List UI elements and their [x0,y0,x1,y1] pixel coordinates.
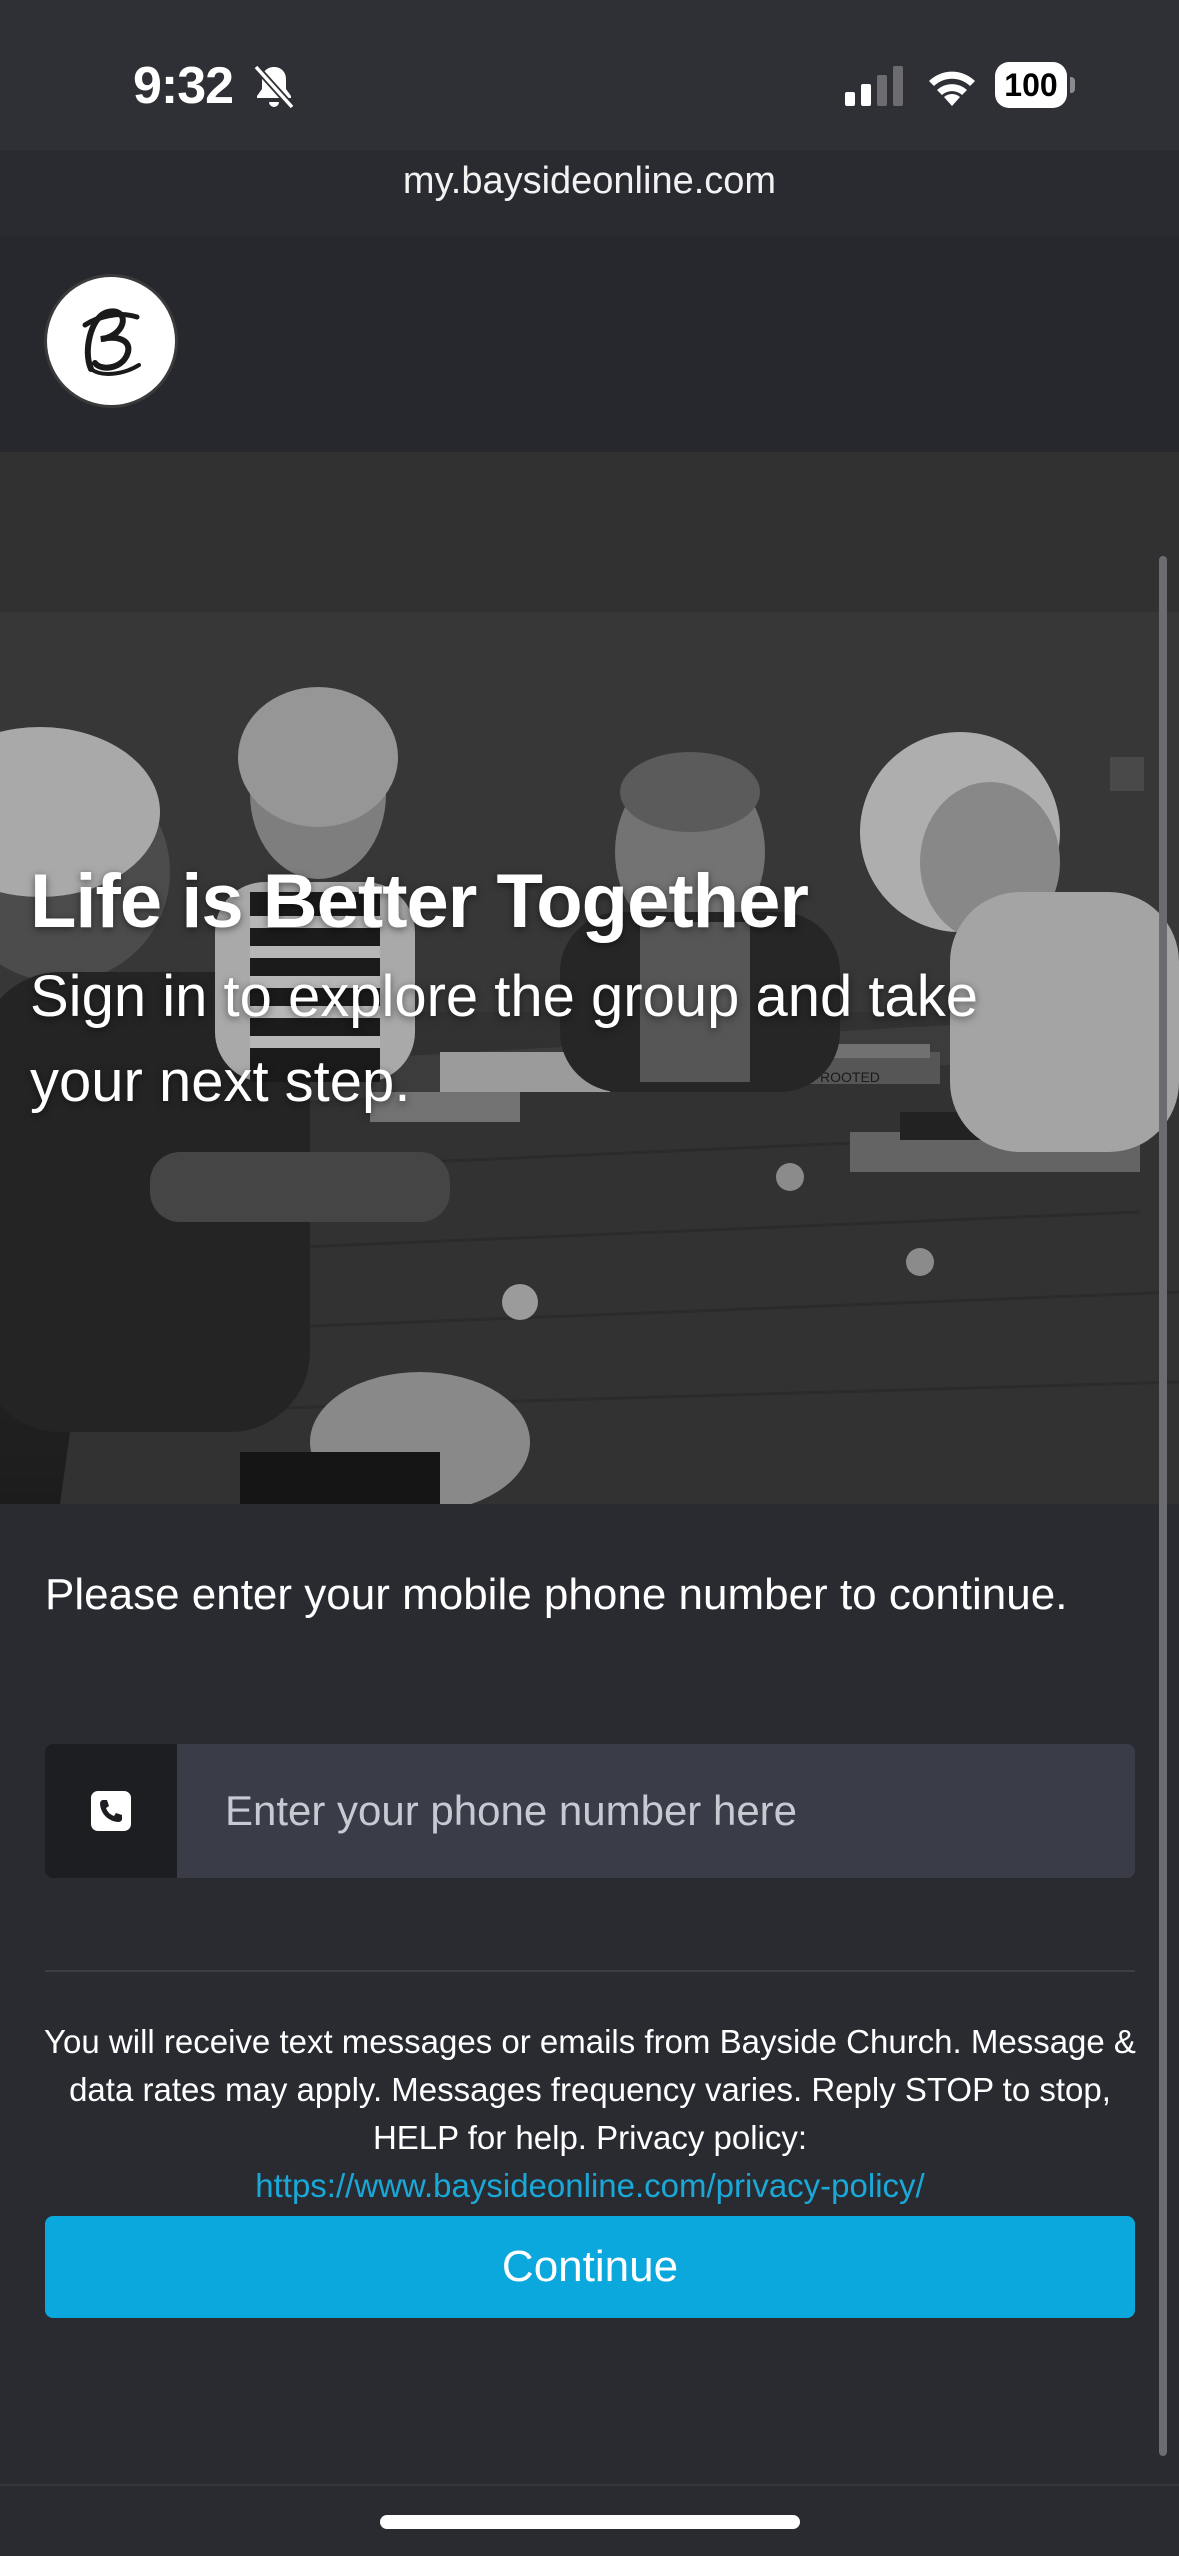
site-header [0,236,1179,452]
privacy-policy-link[interactable]: https://www.baysideonline.com/privacy-po… [255,2167,924,2204]
continue-button[interactable]: Continue [45,2216,1135,2318]
battery-tip [1070,77,1075,93]
home-indicator[interactable] [380,2515,800,2529]
logo-b-icon [82,308,141,376]
url-bar[interactable]: my.baysideonline.com [0,160,1179,203]
bottom-divider [0,2484,1179,2486]
section-divider [45,1970,1135,1972]
disclaimer-text: You will receive text messages or emails… [44,2023,1136,2156]
status-time: 9:32 [133,57,234,115]
bell-slash-icon [253,64,295,110]
hero-subtitle: Sign in to explore the group and take yo… [30,964,978,1114]
phone-prompt: Please enter your mobile phone number to… [45,1570,1068,1619]
battery-icon: 100 [995,62,1075,108]
phone-input-group [45,1744,1135,1878]
battery-level: 100 [995,62,1067,108]
wifi-icon [929,71,975,106]
page-content: ROOTED Life is Better Together Sign in t… [0,236,1179,2496]
cellular-signal-icon [845,66,903,106]
hero-title: Life is Better Together [30,859,809,944]
phone-icon [91,1791,131,1831]
phone-icon-addon [45,1744,177,1878]
phone-number-input[interactable] [177,1744,1135,1878]
scrollbar[interactable] [1159,556,1167,2456]
hero-banner: ROOTED Life is Better Together Sign in t… [0,452,1179,1504]
status-bar: 9:32 100 my.baysideonline.com [0,0,1179,202]
bayside-logo[interactable] [44,274,178,408]
sms-disclaimer: You will receive text messages or emails… [40,2018,1140,2210]
